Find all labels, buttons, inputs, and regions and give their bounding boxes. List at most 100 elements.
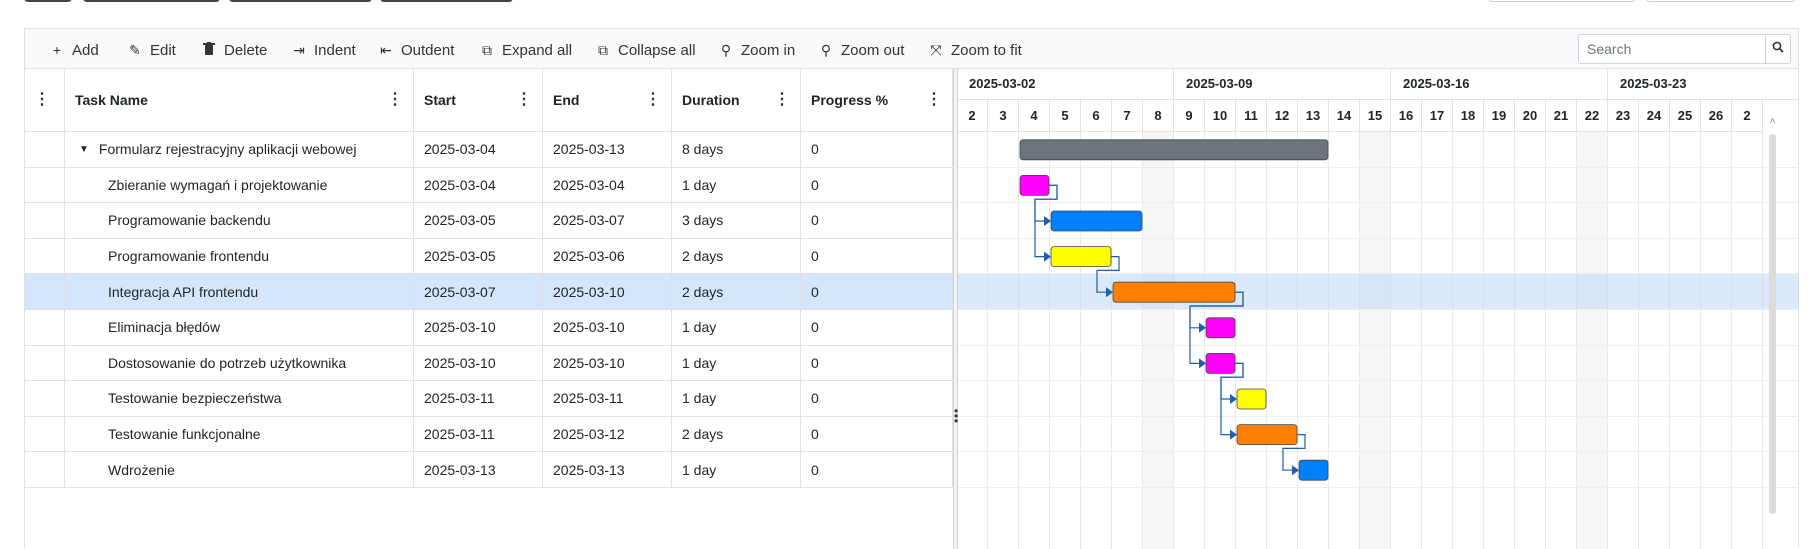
- cell-progress-text: 0: [811, 176, 819, 193]
- scroll-up-icon[interactable]: ˄: [1768, 116, 1777, 127]
- collapse-all-button[interactable]: ⧉ Collapse all: [595, 40, 696, 60]
- summary-task-bar[interactable]: [1019, 139, 1329, 161]
- cell-start: 2025-03-13: [414, 452, 543, 487]
- table-row[interactable]: Programowanie backendu 2025-03-05 2025-03-…: [25, 203, 953, 239]
- zoom-out-icon: ⚲: [820, 42, 832, 58]
- expand-caret-icon[interactable]: ▼: [79, 144, 89, 155]
- row-selector-cell[interactable]: [25, 345, 65, 381]
- cell-duration-text: 1 day: [682, 319, 717, 336]
- edit-button[interactable]: ✎ Edit: [127, 40, 176, 60]
- table-row[interactable]: Testowanie funkcjonalne 2025-03-11 2025-03…: [25, 416, 953, 453]
- dependency-arrow-icon: [1230, 394, 1237, 404]
- cell-start-text: 2025-03-04: [424, 141, 496, 158]
- top-button-5[interactable]: [1488, 0, 1636, 2]
- column-header-label: End: [553, 92, 580, 108]
- column-menu-icon[interactable]: ⋮: [774, 92, 790, 108]
- cell-duration: 2 days: [672, 416, 801, 452]
- table-row[interactable]: Wdrożenie 2025-03-13 2025-03-13 1 day 0: [25, 452, 953, 488]
- table-row[interactable]: Programowanie frontendu 2025-03-05 2025-03…: [25, 238, 953, 275]
- row-selector-cell[interactable]: [25, 452, 65, 487]
- dependency-arrow-icon: [1199, 322, 1206, 333]
- task-bar[interactable]: [1205, 352, 1236, 374]
- cell-start: 2025-03-04: [414, 132, 543, 167]
- column-header-name[interactable]: Task Name ⋮: [65, 69, 414, 132]
- row-selector-cell[interactable]: [25, 132, 65, 167]
- top-button-3[interactable]: [229, 0, 372, 2]
- task-bar[interactable]: [1298, 459, 1329, 481]
- top-button-1[interactable]: [24, 0, 72, 2]
- cell-duration: 1 day: [672, 381, 801, 416]
- top-button-4[interactable]: [380, 0, 513, 2]
- column-menu-icon[interactable]: ⋮: [926, 92, 942, 108]
- cell-progress: 0: [801, 203, 953, 238]
- column-menu-icon[interactable]: ⋮: [516, 92, 532, 108]
- cell-progress: 0: [801, 167, 953, 203]
- expand-all-icon: ⧉: [482, 42, 492, 58]
- table-row[interactable]: Zbieranie wymagań i projektowanie 2025-03…: [25, 167, 953, 204]
- search-button[interactable]: [1765, 34, 1791, 64]
- scrollbar-thumb[interactable]: [1769, 134, 1776, 514]
- outdent-icon: ⇤: [380, 42, 392, 58]
- search-input[interactable]: [1578, 34, 1766, 64]
- expand-all-button[interactable]: ⧉ Expand all: [479, 40, 572, 60]
- cell-start: 2025-03-11: [414, 381, 543, 416]
- indent-button[interactable]: ⇥ Indent: [291, 40, 356, 60]
- cell-duration: 1 day: [672, 452, 801, 487]
- table-row[interactable]: Integracja API frontendu 2025-03-07 2025-0…: [25, 274, 953, 310]
- outdent-label: Outdent: [401, 41, 455, 59]
- top-button-6[interactable]: [1646, 0, 1796, 2]
- cell-progress-text: 0: [811, 283, 819, 300]
- task-bar[interactable]: [1236, 388, 1267, 410]
- column-menu-icon[interactable]: ⋮: [34, 92, 50, 108]
- zoom-to-fit-button[interactable]: ⤧ Zoom to fit: [928, 40, 1022, 60]
- table-row[interactable]: Eliminacja błędów 2025-03-10 2025-03-10 1 d…: [25, 310, 953, 346]
- row-selector-cell[interactable]: [25, 381, 65, 416]
- row-selector-cell[interactable]: [25, 310, 65, 345]
- add-button[interactable]: + Add: [49, 40, 99, 60]
- table-row[interactable]: ▼ Formularz rejestracyjny aplikacji webow…: [25, 132, 953, 168]
- task-bar[interactable]: [1019, 175, 1050, 196]
- zoom-to-fit-label: Zoom to fit: [951, 41, 1022, 59]
- zoom-out-button[interactable]: ⚲ Zoom out: [818, 40, 905, 60]
- cell-end-text: 2025-03-07: [553, 212, 625, 229]
- cell-duration: 2 days: [672, 238, 801, 274]
- cell-duration-text: 2 days: [682, 283, 724, 300]
- column-header-progress[interactable]: Progress % ⋮: [801, 69, 953, 132]
- vertical-scrollbar[interactable]: ˄: [1768, 116, 1777, 514]
- cell-end: 2025-03-10: [543, 310, 672, 345]
- cell-name-text: Integracja API frontendu: [108, 283, 259, 300]
- delete-button[interactable]: Delete: [201, 40, 267, 60]
- cell-end-text: 2025-03-06: [553, 248, 625, 265]
- cell-end-text: 2025-03-13: [553, 141, 625, 158]
- cell-start: 2025-03-05: [414, 238, 543, 274]
- table-row[interactable]: Testowanie bezpieczeństwa 2025-03-11 2025-…: [25, 381, 953, 417]
- cell-start-text: 2025-03-05: [424, 248, 496, 265]
- row-selector-cell[interactable]: [25, 274, 65, 309]
- row-selector-cell[interactable]: [25, 238, 65, 274]
- row-selector-cell[interactable]: [25, 167, 65, 203]
- task-bar[interactable]: [1050, 210, 1143, 232]
- cell-progress-text: 0: [811, 248, 819, 265]
- row-selector-cell[interactable]: [25, 203, 65, 238]
- table-row[interactable]: Dostosowanie do potrzeb użytkownika 2025-…: [25, 345, 953, 382]
- task-bar[interactable]: [1050, 246, 1112, 268]
- column-header-duration[interactable]: Duration ⋮: [672, 69, 801, 132]
- task-bar[interactable]: [1112, 281, 1236, 303]
- timeline: 2025-03-02 2025-03-09 2025-03-16 2025-03-23…: [958, 69, 1799, 549]
- zoom-in-label: Zoom in: [741, 41, 796, 59]
- column-header-end[interactable]: End ⋮: [543, 69, 672, 132]
- cell-duration: 2 days: [672, 274, 801, 309]
- trash-icon: [201, 42, 217, 58]
- select-column-header[interactable]: ⋮: [25, 69, 65, 132]
- task-bar[interactable]: [1236, 424, 1298, 446]
- column-menu-icon[interactable]: ⋮: [645, 92, 661, 108]
- outdent-button[interactable]: ⇤ Outdent: [378, 40, 454, 60]
- column-header-start[interactable]: Start ⋮: [414, 69, 543, 132]
- zoom-in-button[interactable]: ⚲ Zoom in: [718, 40, 795, 60]
- column-header-label: Progress %: [811, 92, 889, 108]
- task-bar[interactable]: [1205, 317, 1236, 339]
- row-selector-cell[interactable]: [25, 416, 65, 452]
- top-button-2[interactable]: [83, 0, 220, 2]
- column-menu-icon[interactable]: ⋮: [387, 92, 403, 108]
- cell-progress: 0: [801, 132, 953, 167]
